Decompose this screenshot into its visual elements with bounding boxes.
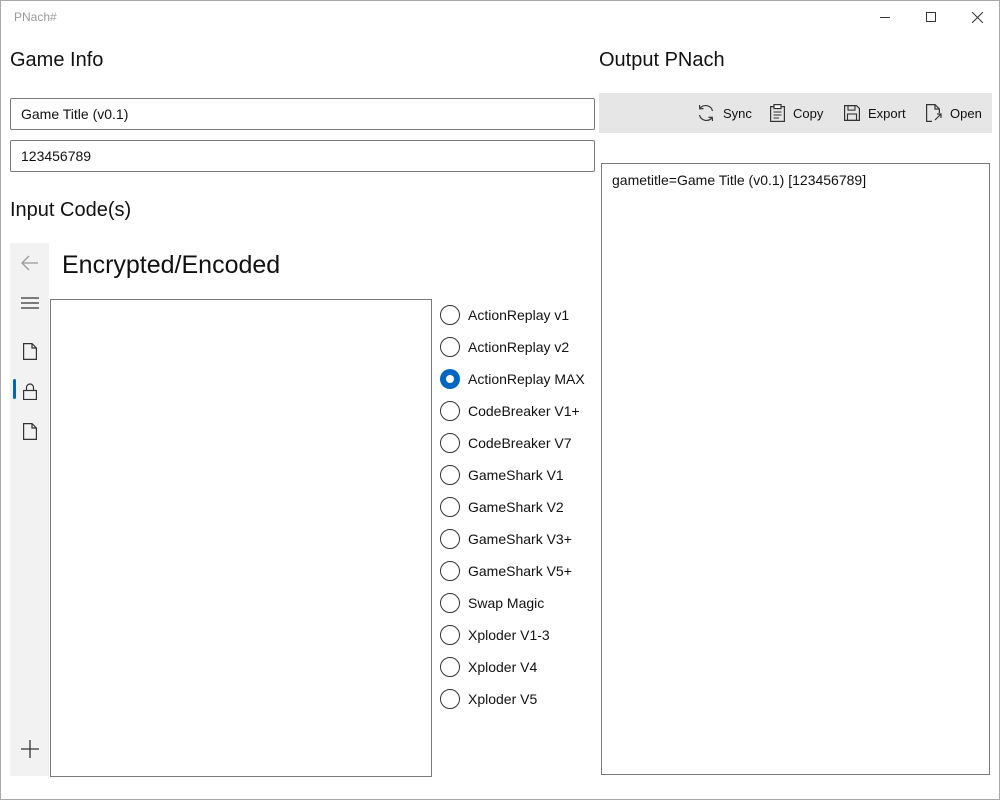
- export-button[interactable]: Export: [844, 93, 906, 133]
- lock-icon: [22, 382, 37, 400]
- minimize-icon: [880, 17, 890, 18]
- sync-label: Sync: [723, 105, 752, 121]
- clipboard-icon: [770, 104, 785, 122]
- radio-button-icon[interactable]: [440, 625, 460, 645]
- nav-item-encrypted[interactable]: [10, 371, 49, 411]
- output-toolbar: Sync Copy Export Open: [599, 93, 992, 133]
- nav-item-decrypted[interactable]: [10, 331, 49, 371]
- radio-label: GameShark V3+: [468, 531, 572, 547]
- format-radio-option[interactable]: ActionReplay MAX: [439, 363, 599, 395]
- open-label: Open: [950, 105, 982, 121]
- add-icon: [20, 740, 39, 758]
- radio-label: Swap Magic: [468, 595, 545, 611]
- radio-button-icon[interactable]: [440, 689, 460, 709]
- format-radio-option[interactable]: CodeBreaker V7: [439, 427, 599, 459]
- app-window: PNach# Game Info Game Title (v0.1) 12345…: [0, 0, 1000, 800]
- radio-label: ActionReplay v2: [468, 339, 570, 355]
- format-radio-option[interactable]: GameShark V2: [439, 491, 599, 523]
- radio-label: GameShark V2: [468, 499, 564, 515]
- format-radio-option[interactable]: Swap Magic: [439, 587, 599, 619]
- hamburger-menu-icon: [20, 297, 39, 309]
- radio-label: ActionReplay v1: [468, 307, 570, 323]
- radio-label: GameShark V1: [468, 467, 564, 483]
- document-icon: [22, 422, 37, 440]
- radio-button-icon[interactable]: [440, 593, 460, 613]
- output-textarea[interactable]: gametitle=Game Title (v0.1) [123456789]: [601, 163, 990, 775]
- open-button[interactable]: Open: [926, 93, 982, 133]
- maximize-icon: [926, 12, 936, 22]
- back-button[interactable]: [10, 243, 49, 283]
- close-button[interactable]: [954, 1, 1000, 33]
- code-input-textarea[interactable]: [50, 299, 432, 777]
- save-icon: [844, 105, 860, 121]
- radio-label: ActionReplay MAX: [468, 371, 585, 387]
- format-radio-option[interactable]: GameShark V1: [439, 459, 599, 491]
- radio-button-icon[interactable]: [440, 401, 460, 421]
- format-radio-option[interactable]: Xploder V5: [439, 683, 599, 715]
- input-codes-heading: Input Code(s): [10, 199, 132, 221]
- radio-label: Xploder V5: [468, 691, 538, 707]
- radio-label: Xploder V4: [468, 659, 538, 675]
- navigation-rail: [10, 243, 49, 776]
- format-radio-group: ActionReplay v1 ActionReplay v2 ActionRepl…: [439, 299, 599, 715]
- title-bar[interactable]: PNach#: [1, 1, 999, 33]
- format-radio-option[interactable]: GameShark V5+: [439, 555, 599, 587]
- format-radio-option[interactable]: GameShark V3+: [439, 523, 599, 555]
- radio-button-icon[interactable]: [440, 465, 460, 485]
- format-radio-option[interactable]: ActionReplay v1: [439, 299, 599, 331]
- game-crc-input[interactable]: 123456789: [10, 140, 595, 172]
- export-label: Export: [868, 105, 906, 121]
- back-arrow-icon: [20, 255, 38, 271]
- radio-button-icon[interactable]: [440, 561, 460, 581]
- page-title: Encrypted/Encoded: [62, 251, 281, 279]
- document-icon: [22, 342, 37, 360]
- open-file-icon: [926, 104, 942, 122]
- format-radio-option[interactable]: CodeBreaker V1+: [439, 395, 599, 427]
- format-radio-option[interactable]: Xploder V4: [439, 651, 599, 683]
- game-title-input[interactable]: Game Title (v0.1): [10, 98, 595, 130]
- radio-label: GameShark V5+: [468, 563, 572, 579]
- radio-label: Xploder V1-3: [468, 627, 550, 643]
- close-icon: [971, 11, 983, 23]
- sync-button[interactable]: Sync: [697, 93, 752, 133]
- copy-label: Copy: [793, 105, 824, 121]
- format-radio-option[interactable]: Xploder V1-3: [439, 619, 599, 651]
- radio-button-icon[interactable]: [440, 433, 460, 453]
- radio-button-icon[interactable]: [440, 529, 460, 549]
- sync-icon: [698, 104, 714, 122]
- output-pnach-heading: Output PNach: [599, 49, 725, 71]
- menu-button[interactable]: [10, 283, 49, 323]
- window-title: PNach#: [14, 10, 57, 24]
- format-radio-option[interactable]: ActionReplay v2: [439, 331, 599, 363]
- radio-button-icon[interactable]: [440, 305, 460, 325]
- copy-button[interactable]: Copy: [770, 93, 823, 133]
- radio-button-icon[interactable]: [440, 337, 460, 357]
- maximize-button[interactable]: [908, 1, 954, 33]
- minimize-button[interactable]: [862, 1, 908, 33]
- radio-label: CodeBreaker V7: [468, 435, 572, 451]
- radio-button-icon[interactable]: [440, 369, 460, 389]
- game-info-heading: Game Info: [10, 49, 104, 71]
- radio-button-icon[interactable]: [440, 497, 460, 517]
- radio-button-icon[interactable]: [440, 657, 460, 677]
- add-button[interactable]: [10, 729, 49, 769]
- radio-label: CodeBreaker V1+: [468, 403, 580, 419]
- nav-item-raw[interactable]: [10, 411, 49, 451]
